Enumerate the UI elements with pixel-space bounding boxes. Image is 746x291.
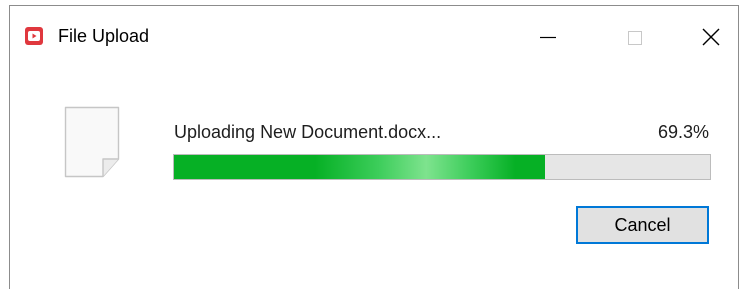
document-icon bbox=[62, 104, 122, 185]
close-button[interactable] bbox=[680, 6, 740, 61]
minimize-icon bbox=[540, 36, 556, 39]
upload-progress-fill bbox=[174, 155, 546, 179]
maximize-button[interactable] bbox=[604, 6, 664, 61]
cancel-button[interactable]: Cancel bbox=[576, 206, 709, 244]
video-play-icon bbox=[25, 27, 43, 45]
upload-progress-bar bbox=[173, 154, 711, 180]
upload-percent-label: 69.3% bbox=[657, 122, 709, 142]
dialog-body: Uploading New Document.docx... 69.3% Can… bbox=[10, 61, 738, 289]
title-bar[interactable]: File Upload bbox=[10, 6, 738, 61]
window-title: File Upload bbox=[58, 26, 150, 46]
close-icon bbox=[702, 28, 720, 46]
upload-dialog: File Upload Uploading New Document.docx.… bbox=[9, 5, 739, 289]
maximize-icon bbox=[628, 31, 642, 45]
minimize-button[interactable] bbox=[518, 6, 578, 61]
upload-status-text: Uploading New Document.docx... bbox=[174, 122, 442, 142]
